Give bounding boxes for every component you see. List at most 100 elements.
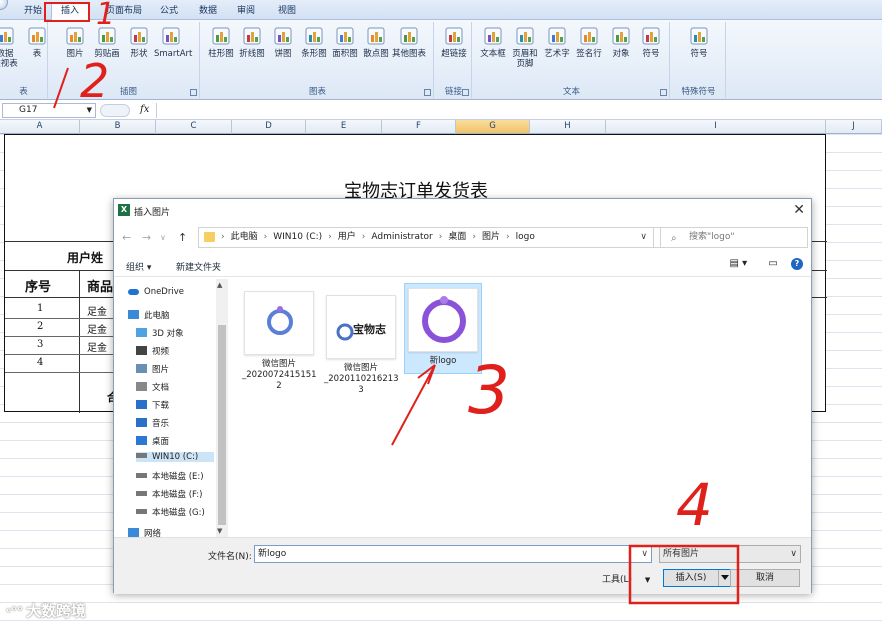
chevron-right-icon: › xyxy=(506,232,510,242)
ribbon-button[interactable]: 柱形图 xyxy=(204,25,238,59)
ribbon-button[interactable]: 对象 xyxy=(604,25,638,59)
chevron-down-icon[interactable]: ∨ xyxy=(640,228,647,247)
ribbon-button[interactable]: SmartArt xyxy=(154,25,192,59)
insert-button[interactable]: 插入(S) xyxy=(663,569,731,587)
filename-input[interactable]: 新logo ∨ xyxy=(254,545,652,563)
view-mode-icon[interactable]: ▤ ▾ xyxy=(730,258,748,269)
ribbon-button[interactable]: 艺术字 xyxy=(540,25,574,59)
column-header[interactable]: C xyxy=(156,120,232,134)
nav-item[interactable]: 本地磁盘 (E:) xyxy=(136,470,204,482)
nav-item[interactable]: 本地磁盘 (G:) xyxy=(136,506,205,518)
column-header[interactable]: I xyxy=(606,120,826,134)
help-icon[interactable]: ? xyxy=(791,258,803,270)
insert-split-button[interactable] xyxy=(718,570,730,586)
cancel-button[interactable]: 取消 xyxy=(730,569,800,587)
nav-item[interactable]: 图片 xyxy=(136,363,169,375)
breadcrumb[interactable]: › 此电脑 › WIN10 (C:) › 用户 › Administrator › 桌面 › 图片 › l… xyxy=(198,227,654,248)
ribbon-button[interactable]: 饼图 xyxy=(266,25,300,59)
file-item[interactable]: 微信图片 _2020072415151 2 xyxy=(242,291,317,392)
nav-item[interactable]: 音乐 xyxy=(136,417,169,429)
close-icon[interactable]: ✕ xyxy=(793,202,805,218)
tools-menu[interactable]: 工具(L) ▼ xyxy=(602,572,650,585)
ribbon-button[interactable]: 面积图 xyxy=(328,25,362,59)
nav-item[interactable]: 网络 xyxy=(128,527,161,537)
column-header[interactable]: F xyxy=(382,120,456,134)
dialog-launcher-icon[interactable] xyxy=(462,89,469,96)
organize-menu[interactable]: 组织 ▾ xyxy=(126,260,151,273)
nav-item[interactable]: 此电脑 xyxy=(128,309,170,321)
ribbon-tab[interactable]: 公式 xyxy=(158,4,180,20)
nav-item[interactable]: 3D 对象 xyxy=(136,327,184,339)
ribbon-button[interactable]: 条形图 xyxy=(297,25,331,59)
ribbon-button[interactable]: 文本框 xyxy=(476,25,510,59)
breadcrumb-item[interactable]: 桌面 xyxy=(448,232,466,242)
nav-item[interactable]: WIN10 (C:) xyxy=(136,452,214,462)
nav-item-label: 下载 xyxy=(152,401,170,411)
image-thumbnail xyxy=(244,291,314,355)
column-header[interactable]: H xyxy=(530,120,606,134)
annotation-number: 2 xyxy=(80,54,110,108)
ribbon-tab[interactable]: 插入 xyxy=(51,3,89,21)
ribbon-tab[interactable]: 审阅 xyxy=(235,4,257,20)
drive-icon xyxy=(136,509,147,514)
column-header[interactable]: B xyxy=(80,120,156,134)
breadcrumb-item[interactable]: 用户 xyxy=(338,232,356,242)
scrollbar-thumb[interactable] xyxy=(218,325,226,525)
chevron-down-icon[interactable]: ∨ xyxy=(160,233,166,242)
dialog-launcher-icon[interactable] xyxy=(424,89,431,96)
column-header[interactable]: D xyxy=(232,120,306,134)
forward-arrow-icon[interactable]: → xyxy=(142,231,151,244)
ribbon-group-label: 图表 xyxy=(308,87,326,97)
chevron-down-icon[interactable]: ▼ xyxy=(645,576,650,584)
ribbon-tab[interactable]: 视图 xyxy=(276,4,298,20)
breadcrumb-item[interactable]: 图片 xyxy=(482,232,500,242)
formula-input[interactable] xyxy=(156,103,882,118)
ribbon-button[interactable]: 其他图表 xyxy=(392,25,426,59)
office-button-icon[interactable] xyxy=(0,0,8,10)
ribbon-button[interactable]: 形状 xyxy=(122,25,156,59)
nav-item[interactable]: 视频 xyxy=(136,345,169,357)
file-item[interactable]: 宝物志 微信图片 _2020110216213 3 xyxy=(324,291,399,396)
dialog-launcher-icon[interactable] xyxy=(660,89,667,96)
onedrive-icon xyxy=(128,289,139,295)
ribbon-button[interactable]: 页眉和 页脚 xyxy=(508,25,542,69)
ribbon-button[interactable]: 超链接 xyxy=(437,25,471,59)
chevron-down-icon[interactable]: ∨ xyxy=(641,546,648,562)
nav-item[interactable]: 本地磁盘 (F:) xyxy=(136,488,202,500)
nav-item[interactable]: 下载 xyxy=(136,399,169,411)
filetype-select[interactable]: 所有图片 ∨ xyxy=(659,545,801,563)
ribbon-tab[interactable]: 开始 xyxy=(22,4,44,20)
dialog-launcher-icon[interactable] xyxy=(190,89,197,96)
ribbon-button[interactable]: 签名行 xyxy=(572,25,606,59)
nav-item[interactable]: 桌面 xyxy=(136,435,169,447)
ribbon-button[interactable]: 符号 xyxy=(634,25,668,59)
column-header[interactable]: E xyxy=(306,120,382,134)
breadcrumb-item[interactable]: 此电脑 xyxy=(231,232,258,242)
file-name: 微信图片 _2020110216213 3 xyxy=(324,363,399,395)
scroll-down-icon[interactable]: ▼ xyxy=(217,527,222,535)
nav-item[interactable]: 文档 xyxy=(136,381,169,393)
breadcrumb-item[interactable]: WIN10 (C:) xyxy=(273,232,322,242)
chevron-down-icon[interactable]: ∨ xyxy=(790,546,797,562)
preview-pane-icon[interactable]: ▭ xyxy=(768,258,777,269)
column-header[interactable]: J xyxy=(826,120,882,134)
nav-scrollbar[interactable]: ▲ ▼ xyxy=(216,279,228,537)
fx-icon[interactable]: fx xyxy=(140,104,149,115)
breadcrumb-item[interactable]: logo xyxy=(516,232,535,242)
up-arrow-icon[interactable]: ↑ xyxy=(178,231,187,244)
scroll-up-icon[interactable]: ▲ xyxy=(217,281,222,289)
back-arrow-icon[interactable]: ← xyxy=(122,231,131,244)
search-input[interactable]: ⌕ 搜索"logo" xyxy=(660,227,808,248)
new-folder-button[interactable]: 新建文件夹 xyxy=(176,260,221,273)
ribbon-button[interactable]: 数据 透视表 xyxy=(0,25,22,69)
ribbon-tab[interactable]: 数据 xyxy=(197,4,219,20)
nav-item[interactable]: OneDrive xyxy=(128,287,184,297)
breadcrumb-item[interactable]: Administrator xyxy=(371,232,432,242)
ribbon-button[interactable]: 符号 xyxy=(682,25,716,59)
column-header[interactable]: G xyxy=(456,120,530,134)
ribbon-button[interactable]: 折线图 xyxy=(235,25,269,59)
column-header[interactable]: A xyxy=(0,120,80,134)
ribbon-button[interactable]: 表 xyxy=(20,25,54,59)
ribbon-button[interactable]: 散点图 xyxy=(359,25,393,59)
ribbon-button-label: 数据 透视表 xyxy=(0,49,18,69)
